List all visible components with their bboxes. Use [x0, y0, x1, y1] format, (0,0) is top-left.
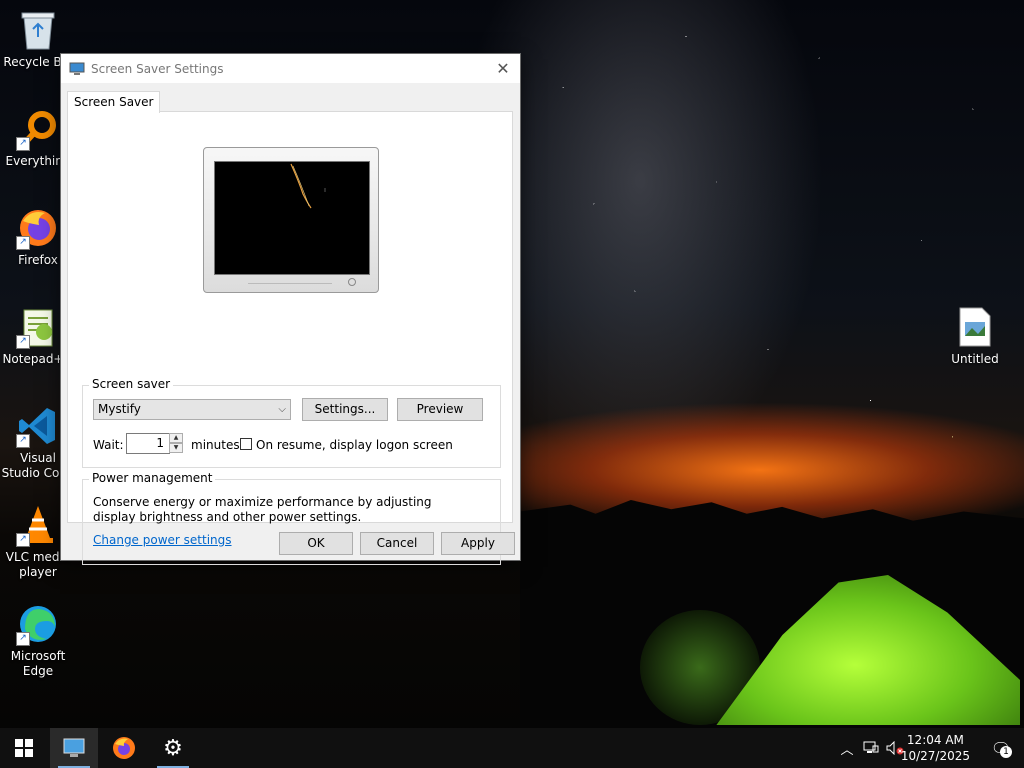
start-button[interactable] — [0, 728, 48, 768]
shortcut-arrow-icon: ↗ — [16, 632, 30, 646]
notepad-plus-plus-icon: ↗ — [16, 305, 60, 349]
resume-logon-checkbox[interactable] — [240, 438, 252, 450]
taskbar: ⚙ ︿ 12:04 AM 10/27/2025 🗨 1 — [0, 728, 1024, 768]
vlc-cone-icon: ↗ — [16, 503, 60, 547]
screen-saver-group: Screen saver Mystify ⌵ Settings... Previ… — [82, 377, 501, 468]
desktop-icon-label: Microsoft Edge — [10, 649, 66, 678]
chevron-up-icon[interactable]: ︿ — [838, 738, 856, 758]
screen-saver-selected-value: Mystify — [98, 402, 141, 416]
taskbar-clock[interactable]: 12:04 AM 10/27/2025 — [901, 732, 970, 764]
cancel-button[interactable]: Cancel — [360, 532, 434, 555]
tab-screen-saver[interactable]: Screen Saver — [67, 91, 161, 113]
apply-button[interactable]: Apply — [441, 532, 515, 555]
display-settings-icon — [69, 62, 85, 76]
everything-search-icon: ↗ — [16, 107, 60, 151]
power-management-group-label: Power management — [89, 471, 216, 485]
image-file-icon — [953, 305, 997, 349]
shortcut-arrow-icon: ↗ — [16, 137, 30, 151]
notification-center-button[interactable]: 🗨 1 — [988, 736, 1014, 760]
desktop-icon-edge[interactable]: ↗ Microsoft Edge — [0, 602, 76, 679]
settings-button[interactable]: Settings... — [302, 398, 388, 421]
dialog-titlebar[interactable]: Screen Saver Settings ✕ — [61, 54, 520, 83]
wait-label: Wait: — [93, 438, 124, 452]
shortcut-arrow-icon: ↗ — [16, 236, 30, 250]
start-icon — [15, 739, 33, 757]
mystify-preview-icon — [290, 163, 326, 209]
taskbar-firefox[interactable] — [100, 728, 148, 768]
clock-time: 12:04 AM — [906, 733, 964, 747]
preview-screen — [214, 161, 370, 275]
screen-saver-group-label: Screen saver — [89, 377, 174, 391]
dialog-title: Screen Saver Settings — [91, 61, 224, 76]
taskbar-screen-saver-settings[interactable] — [50, 728, 98, 768]
desktop-icon-label: Untitled — [951, 352, 999, 366]
wait-spinner[interactable]: ▲ ▼ — [169, 433, 183, 454]
resume-logon-label[interactable]: On resume, display logon screen — [256, 438, 453, 452]
firefox-icon: ↗ — [16, 206, 60, 250]
network-icon[interactable] — [862, 738, 880, 758]
tab-panel: Screen saver Mystify ⌵ Settings... Previ… — [67, 111, 513, 565]
power-description: Conserve energy or maximize performance … — [93, 495, 432, 524]
preview-monitor — [203, 147, 379, 293]
shortcut-arrow-icon: ↗ — [16, 335, 30, 349]
minutes-label: minutes — [191, 438, 240, 452]
screen-saver-settings-dialog: Screen Saver Settings ✕ Screen Saver Scr… — [60, 53, 521, 565]
monitor-power-led — [348, 278, 356, 286]
close-button[interactable]: ✕ — [490, 56, 516, 80]
shortcut-arrow-icon: ↗ — [16, 533, 30, 547]
settings-gear-icon: ⚙ — [163, 735, 183, 761]
display-settings-icon — [63, 738, 85, 757]
recycle-bin-icon — [16, 8, 60, 52]
desktop-icon-untitled[interactable]: Untitled — [937, 305, 1013, 367]
change-power-settings-link[interactable]: Change power settings — [93, 533, 232, 547]
monitor-base — [248, 283, 332, 290]
firefox-icon — [113, 737, 135, 759]
notification-count-badge: 1 — [1000, 746, 1012, 758]
screen-saver-dropdown[interactable]: Mystify ⌵ — [93, 399, 291, 420]
taskbar-settings[interactable]: ⚙ — [149, 728, 197, 768]
clock-date: 10/27/2025 — [900, 749, 970, 763]
wait-minutes-input[interactable]: 1 — [126, 433, 170, 454]
spin-down-icon[interactable]: ▼ — [169, 443, 183, 453]
shortcut-arrow-icon: ↗ — [16, 434, 30, 448]
spin-up-icon[interactable]: ▲ — [169, 433, 183, 443]
vscode-icon: ↗ — [16, 404, 60, 448]
preview-button[interactable]: Preview — [397, 398, 483, 421]
ok-button[interactable]: OK — [279, 532, 353, 555]
chevron-down-icon: ⌵ — [278, 404, 286, 415]
edge-icon: ↗ — [16, 602, 60, 646]
close-icon: ✕ — [496, 58, 510, 78]
